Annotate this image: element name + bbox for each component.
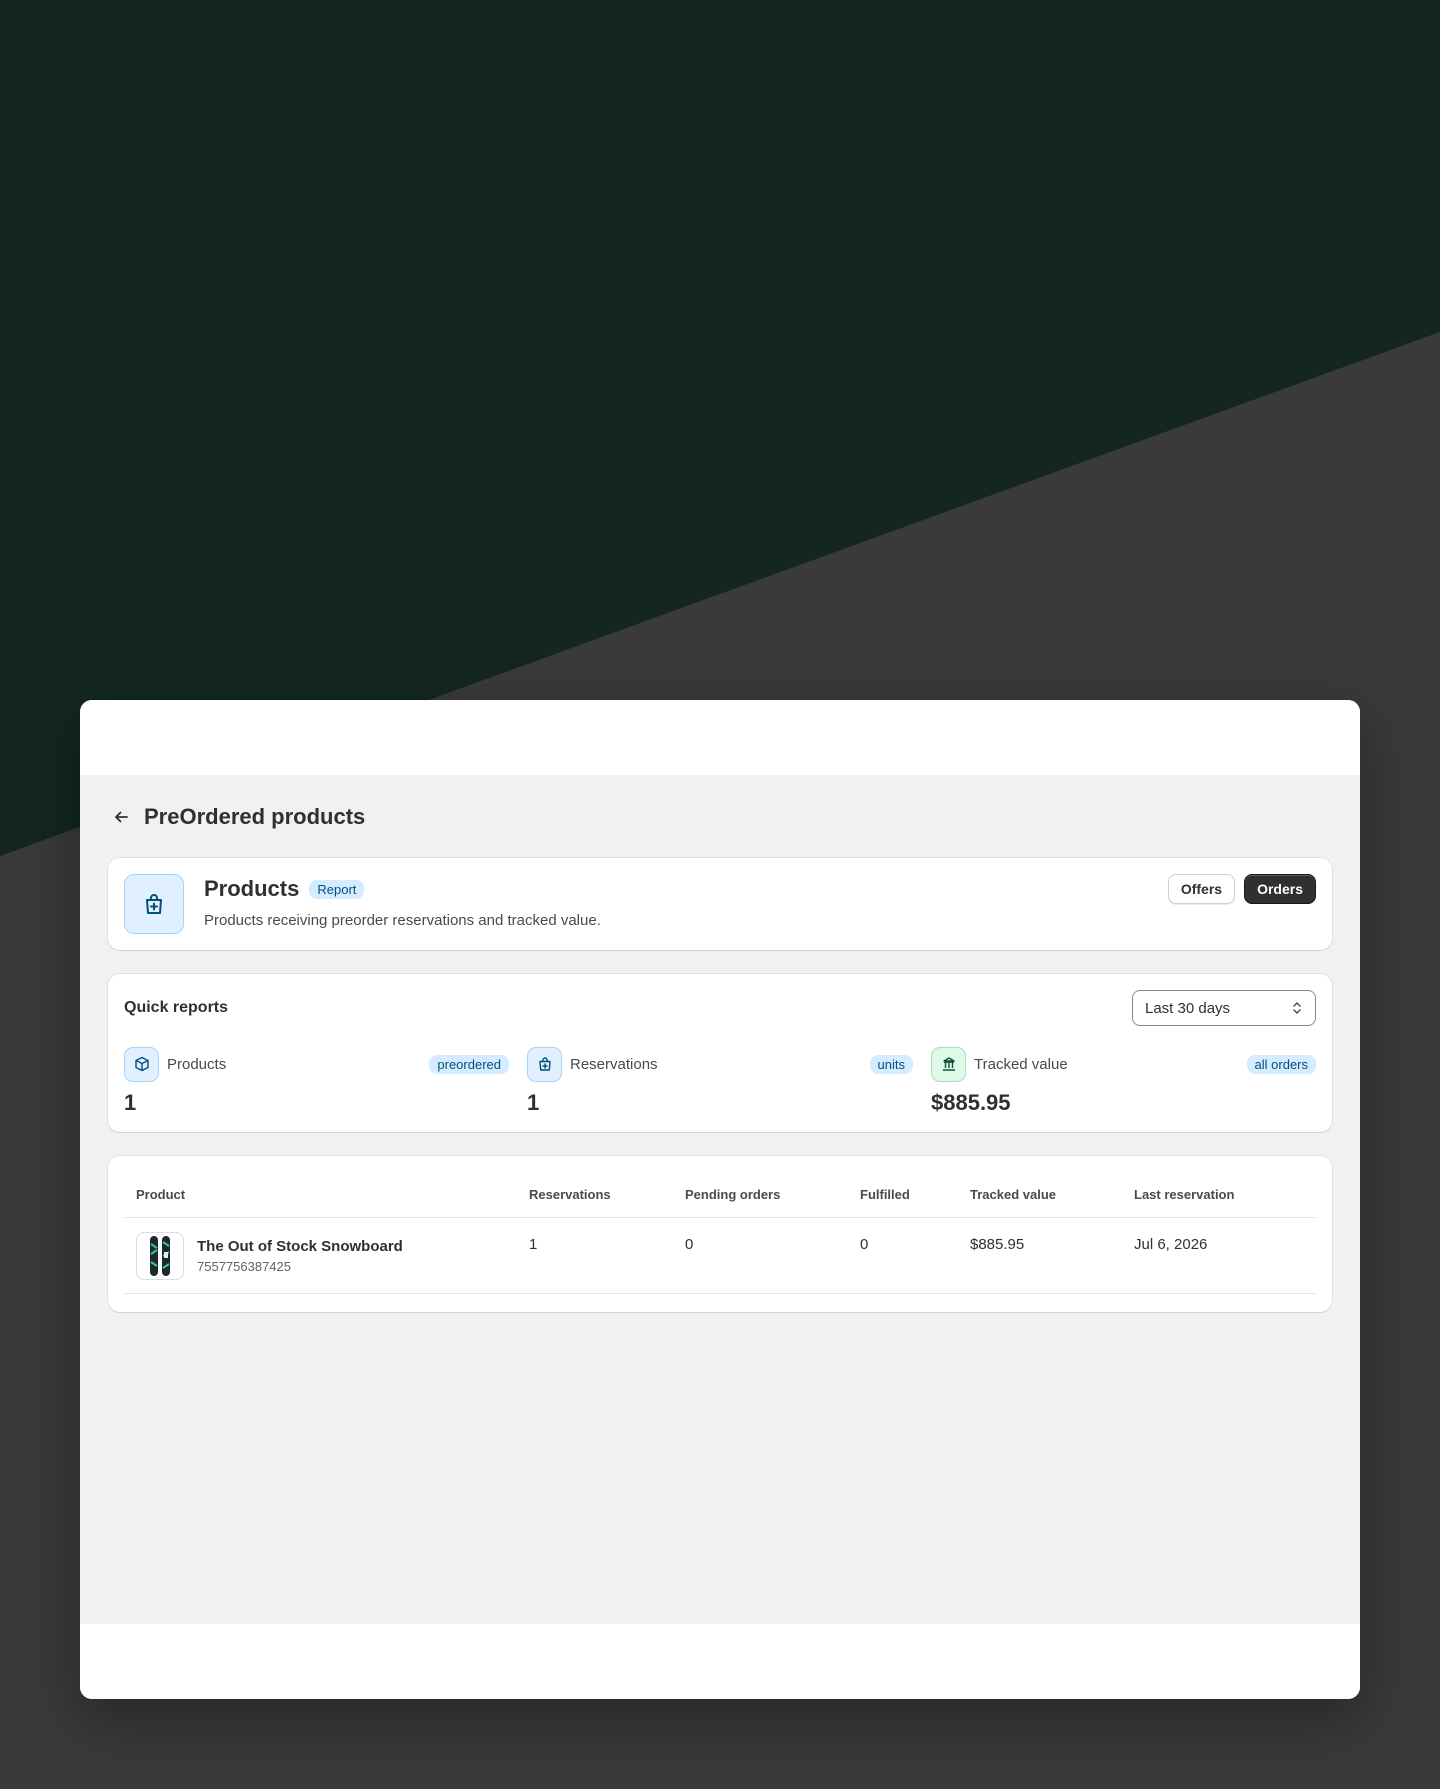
metric-badge: preordered xyxy=(429,1054,509,1074)
column-header-last-reservation[interactable]: Last reservation xyxy=(1134,1187,1316,1202)
product-thumbnail xyxy=(136,1231,184,1280)
metric-products: Products preordered 1 xyxy=(124,1046,509,1116)
app-window: PreOrdered products Products Report Prod… xyxy=(80,700,1360,1699)
products-table-card: Product Reservations Pending orders Fulf… xyxy=(108,1156,1332,1312)
metric-reservations: Reservations units 1 xyxy=(527,1046,913,1116)
metric-label: Reservations xyxy=(570,1055,658,1073)
snowboard-image xyxy=(150,1235,170,1276)
product-cell[interactable]: The Out of Stock Snowboard 7557756387425 xyxy=(124,1218,529,1293)
page-header: PreOrdered products xyxy=(108,804,365,830)
report-title: Products xyxy=(204,876,300,901)
metric-badge: all orders xyxy=(1246,1054,1316,1074)
select-chevrons-icon xyxy=(1293,1002,1301,1014)
cell-fulfilled: 0 xyxy=(860,1236,869,1253)
quick-reports-title: Quick reports xyxy=(124,999,229,1016)
metric-label: Products xyxy=(167,1055,227,1073)
metric-value: 1 xyxy=(527,1090,540,1115)
report-header-card: Products Report Products receiving preor… xyxy=(108,858,1332,950)
header-actions: Offers Orders xyxy=(1167,874,1316,904)
date-range-select[interactable]: Last 30 days xyxy=(1132,990,1316,1026)
cell-tracked-value: $885.95 xyxy=(970,1236,1025,1253)
products-table: Product Reservations Pending orders Fulf… xyxy=(124,1172,1316,1294)
window-top-bar xyxy=(80,700,1360,775)
table-header: Product Reservations Pending orders Fulf… xyxy=(124,1172,1316,1218)
bag-icon xyxy=(527,1046,562,1082)
column-header-reservations[interactable]: Reservations xyxy=(529,1187,685,1202)
table-row[interactable]: The Out of Stock Snowboard 7557756387425… xyxy=(124,1218,1316,1294)
orders-button[interactable]: Orders xyxy=(1244,874,1316,904)
metric-label: Tracked value xyxy=(974,1055,1068,1073)
date-range-value: Last 30 days xyxy=(1145,999,1231,1017)
arrow-left-icon xyxy=(115,811,128,823)
column-header-fulfilled[interactable]: Fulfilled xyxy=(860,1187,970,1202)
cell-reservations: 1 xyxy=(529,1236,538,1253)
cell-last-reservation: Jul 6, 2026 xyxy=(1134,1236,1208,1253)
column-header-tracked-value[interactable]: Tracked value xyxy=(970,1187,1134,1202)
metric-value: 1 xyxy=(124,1090,137,1115)
window-bottom-bar xyxy=(80,1624,1360,1699)
metric-badge: units xyxy=(869,1054,913,1074)
report-badge: Report xyxy=(309,879,365,899)
metric-tracked-value: Tracked value all orders $885.95 xyxy=(931,1046,1316,1116)
offers-button[interactable]: Offers xyxy=(1167,874,1236,904)
cell-pending-orders: 0 xyxy=(685,1236,694,1253)
page-title: PreOrdered products xyxy=(144,804,366,829)
product-name[interactable]: The Out of Stock Snowboard xyxy=(197,1238,403,1255)
shopping-bag-plus-icon xyxy=(124,874,184,934)
package-icon xyxy=(124,1046,159,1082)
report-description: Products receiving preorder reservations… xyxy=(204,912,601,929)
product-id: 7557756387425 xyxy=(197,1258,291,1274)
bank-icon xyxy=(931,1046,966,1082)
metric-value: $885.95 xyxy=(931,1090,1011,1115)
back-button[interactable] xyxy=(108,804,134,830)
quick-reports-card: Quick reports Last 30 days Products preo… xyxy=(108,974,1332,1132)
column-header-pending-orders[interactable]: Pending orders xyxy=(685,1187,860,1202)
column-header-product[interactable]: Product xyxy=(124,1187,529,1202)
